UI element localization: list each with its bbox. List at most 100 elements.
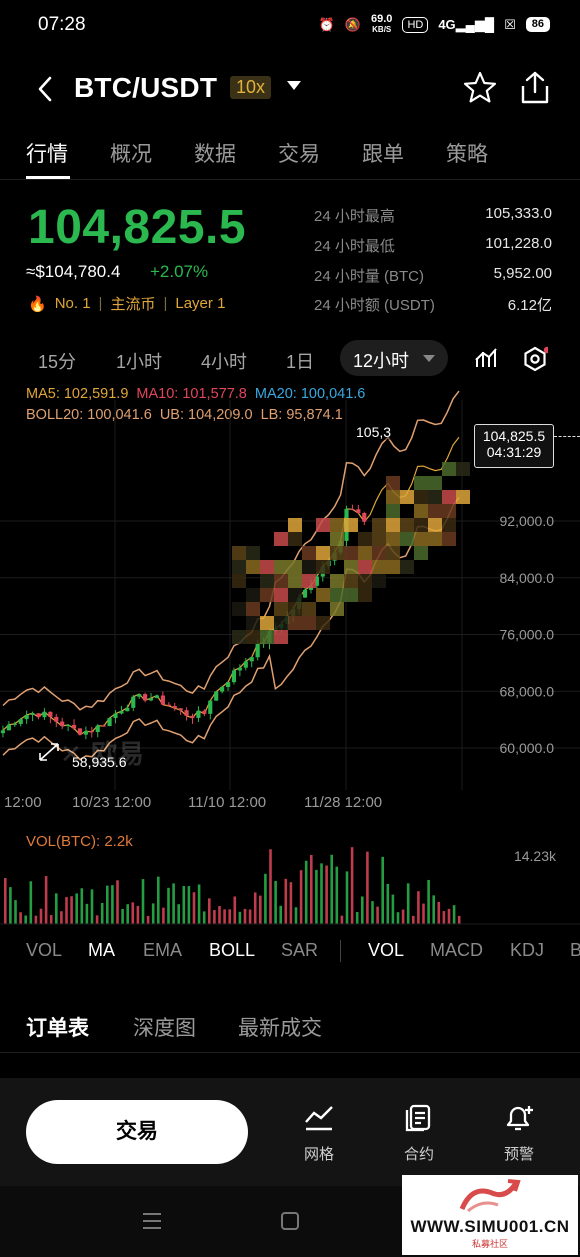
volume-bar <box>223 909 226 924</box>
interval-15m[interactable]: 15分 <box>38 348 76 374</box>
pair-title[interactable]: BTC/USDT <box>74 72 217 104</box>
tab-trade[interactable]: 交易 <box>278 138 320 168</box>
pixelated-block <box>442 532 456 546</box>
pixelated-block <box>288 574 302 588</box>
x-tick: 10/23 12:00 <box>72 794 152 811</box>
volume-bar <box>146 915 150 924</box>
chart-settings-icon[interactable] <box>522 346 551 377</box>
grid-label: 网格 <box>303 1146 334 1163</box>
volume-bar <box>187 886 191 924</box>
ind-ma[interactable]: MA <box>88 940 115 961</box>
volume-bar <box>75 893 78 924</box>
pixelated-block <box>330 574 344 588</box>
candle-body <box>362 512 367 522</box>
candle-body <box>178 708 183 711</box>
pixelated-block <box>302 546 316 560</box>
volume-bar <box>406 883 410 924</box>
volume-bar <box>162 907 165 924</box>
pixelated-block <box>344 546 358 560</box>
leverage-badge: 10x <box>230 76 272 99</box>
trade-button[interactable]: 交易 <box>26 1100 248 1164</box>
volume-bar <box>29 881 33 924</box>
ind-sar[interactable]: SAR <box>281 940 318 961</box>
pixelated-block <box>316 588 330 602</box>
ind-kdj[interactable]: KDJ <box>510 940 544 961</box>
candle-body <box>220 687 225 692</box>
ind-boll[interactable]: BOLL <box>209 940 255 961</box>
share-icon[interactable] <box>518 70 552 111</box>
ind-ema[interactable]: EMA <box>143 940 182 961</box>
y-tick-label: 76,000.0 <box>500 627 555 643</box>
candle-body <box>131 696 136 708</box>
interval-1d[interactable]: 1日 <box>286 348 314 374</box>
candle-body <box>42 711 47 718</box>
interval-4h[interactable]: 4小时 <box>201 348 247 374</box>
pixelated-block <box>260 616 274 630</box>
ind-macd[interactable]: MACD <box>430 940 483 961</box>
volume-chart <box>0 847 580 925</box>
tag-mainstream[interactable]: 主流币 <box>110 293 155 314</box>
indicator-bar: VOL MA EMA BOLL SAR VOL MACD KDJ B <box>0 936 580 966</box>
pixelated-block <box>372 518 386 532</box>
last-price-marker[interactable]: 104,825.5 04:31:29 <box>474 424 554 468</box>
volume-bar <box>320 863 323 924</box>
volume-bar <box>213 910 216 924</box>
interval-caret-icon[interactable] <box>423 355 435 362</box>
volume-bar <box>432 895 435 924</box>
pixelated-block <box>442 490 456 504</box>
tab-market[interactable]: 行情 <box>26 138 68 168</box>
volume-bar <box>19 912 22 924</box>
tab-depth[interactable]: 深度图 <box>133 1012 196 1042</box>
pixelated-block <box>456 462 470 476</box>
recent-apps-icon[interactable] <box>141 1210 163 1237</box>
last-price-dashline <box>554 436 580 437</box>
candle-body <box>160 695 165 705</box>
ind-vol-sub[interactable]: VOL <box>368 940 404 961</box>
volume-bar <box>417 891 420 924</box>
volume-bar <box>121 908 124 924</box>
pixelated-block <box>260 588 274 602</box>
pixelated-block <box>260 630 274 644</box>
pixelated-block <box>344 574 358 588</box>
ind-vol-main[interactable]: VOL <box>26 940 62 961</box>
indicator-chart-icon[interactable] <box>474 346 498 375</box>
stat-turnover-value: 6.12亿 <box>507 297 552 314</box>
tab-orderbook[interactable]: 订单表 <box>26 1012 89 1042</box>
alert-nav[interactable]: 预警 <box>484 1104 554 1164</box>
interval-1h[interactable]: 1小时 <box>116 348 162 374</box>
pair-dropdown-caret-icon[interactable] <box>287 81 301 90</box>
favorite-star-icon[interactable] <box>462 70 498 111</box>
pixelated-block <box>246 546 260 560</box>
tag-rank[interactable]: No. 1 <box>55 295 91 312</box>
contract-nav[interactable]: 合约 <box>384 1104 454 1164</box>
pixelated-block <box>358 546 372 560</box>
pixelated-block <box>372 532 386 546</box>
pixelated-block <box>274 532 288 546</box>
volume-bar <box>131 902 135 924</box>
volume-bar <box>218 905 221 924</box>
pixelated-block <box>330 588 344 602</box>
pixelated-block <box>386 546 400 560</box>
pixelated-block <box>428 476 442 490</box>
volume-bar <box>325 865 328 924</box>
volume-bar <box>371 901 374 924</box>
home-icon[interactable] <box>280 1211 300 1236</box>
volume-bar <box>202 911 206 924</box>
candle-body <box>95 725 100 732</box>
tag-layer[interactable]: Layer 1 <box>175 295 225 312</box>
low-price-arrow-icon <box>38 742 60 767</box>
back-icon[interactable] <box>34 74 58 104</box>
candle-body <box>0 730 6 734</box>
volume-bar <box>70 896 73 924</box>
candle-body <box>48 711 53 717</box>
tab-overview[interactable]: 概况 <box>110 138 152 168</box>
ind-more[interactable]: B <box>570 940 580 961</box>
tab-strategy[interactable]: 策略 <box>446 138 488 168</box>
grid-nav[interactable]: 网格 <box>284 1104 354 1164</box>
tab-copy-trading[interactable]: 跟单 <box>362 138 404 168</box>
x-tick: 12:00 <box>4 794 42 811</box>
pixelated-block <box>288 560 302 574</box>
volume-bar <box>238 911 242 924</box>
tab-latest-trades[interactable]: 最新成交 <box>238 1012 322 1042</box>
tab-data[interactable]: 数据 <box>194 138 236 168</box>
